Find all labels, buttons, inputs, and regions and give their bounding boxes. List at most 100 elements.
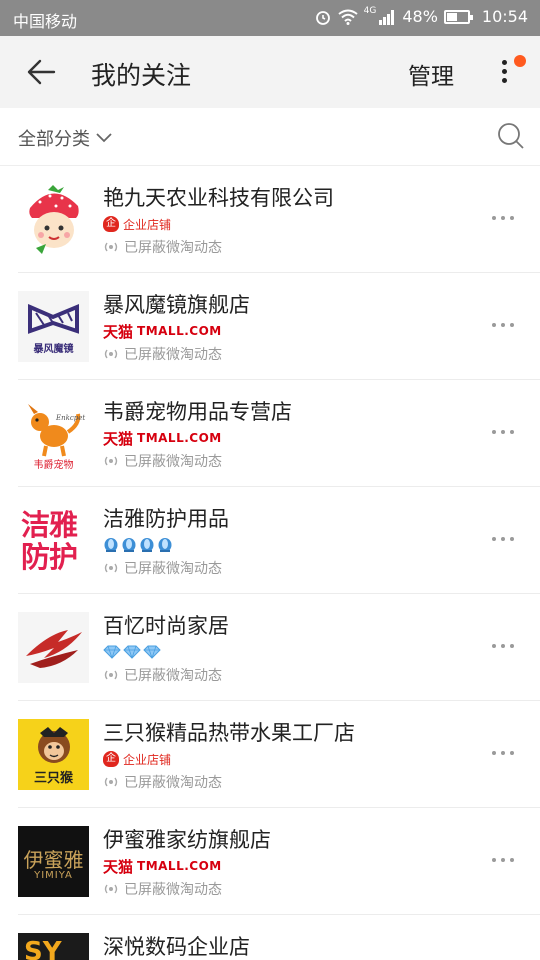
filter-bar: 全部分类	[0, 108, 540, 166]
feed-status-text: 已屏蔽微淘动态	[124, 882, 222, 898]
broadcast-icon	[104, 884, 118, 894]
tmall-badge: 天猫 TMALL.COM	[103, 857, 222, 876]
tmall-en-label: TMALL.COM	[137, 324, 222, 338]
notification-dot	[514, 55, 526, 67]
logo-subtext: YIMIYA	[34, 870, 73, 881]
feed-status-text: 已屏蔽微淘动态	[124, 775, 222, 791]
feed-status-text: 已屏蔽微淘动态	[124, 561, 222, 577]
tmall-en-label: TMALL.COM	[137, 431, 222, 445]
more-options-icon[interactable]	[492, 858, 514, 864]
shop-name: 百忆时尚家居	[103, 614, 229, 638]
tmall-badge: 天猫 TMALL.COM	[103, 322, 222, 341]
dog-logo: Enkcpet 韦爵宠物	[18, 398, 89, 469]
shop-name: 深悦数码企业店	[103, 935, 250, 959]
logo-text: 伊蜜雅	[23, 848, 84, 872]
diamond-icon	[123, 645, 141, 659]
svg-text:Enkcpet: Enkcpet	[55, 414, 85, 422]
baiyi-logo	[18, 612, 89, 683]
enterprise-icon: 企	[103, 751, 119, 767]
diamond-icon	[143, 645, 161, 659]
network-type: 4G	[363, 5, 377, 16]
enterprise-icon: 企	[103, 216, 119, 232]
more-options-icon[interactable]	[492, 216, 514, 222]
list-item[interactable]: 伊蜜雅 YIMIYA 伊蜜雅家纺旗舰店 天猫 TMALL.COM 已屏蔽微淘动态	[0, 808, 540, 915]
more-options-icon[interactable]	[492, 323, 514, 329]
feed-status-text: 已屏蔽微淘动态	[124, 454, 222, 470]
list-item[interactable]: 百忆时尚家居 已屏蔽微淘动态	[0, 594, 540, 701]
clock: 10:54	[481, 7, 528, 26]
broadcast-icon	[104, 563, 118, 573]
more-options-icon[interactable]	[492, 751, 514, 757]
tmall-en-label: TMALL.COM	[137, 859, 222, 873]
logo-text: 暴风魔镜	[33, 344, 74, 355]
enterprise-label: 企业店铺	[123, 752, 172, 767]
diamond-rating-badge	[103, 643, 161, 661]
feed-status: 已屏蔽微淘动态	[103, 879, 222, 899]
page-title: 我的关注	[91, 61, 192, 90]
manage-button[interactable]: 管理	[408, 57, 454, 91]
list-item[interactable]: 暴风魔镜 暴风魔镜旗舰店 天猫 TMALL.COM 已屏蔽微淘动态	[0, 273, 540, 380]
baofeng-mojing-logo: 暴风魔镜	[18, 291, 89, 362]
battery-icon	[443, 9, 473, 24]
tmall-cn-label: 天猫	[103, 322, 134, 341]
diamond-icon	[103, 645, 121, 659]
status-icons: 4G 48% 10:54	[314, 5, 528, 26]
list-item[interactable]: SY 深悦数码企业店	[0, 915, 540, 960]
list-item[interactable]: 三只猴 三只猴精品热带水果工厂店 企 企业店铺 已屏蔽微淘动态	[0, 701, 540, 808]
header-bar: 我的关注 管理	[0, 36, 540, 108]
logo-text: 三只猴	[33, 771, 73, 786]
crown-icon	[140, 538, 154, 552]
broadcast-icon	[104, 456, 118, 466]
feed-status-text: 已屏蔽微淘动态	[124, 347, 222, 363]
battery-level	[446, 12, 457, 21]
list-item[interactable]: 艳九天农业科技有限公司 企 企业店铺 已屏蔽微淘动态	[0, 166, 540, 273]
feed-status: 已屏蔽微淘动态	[103, 451, 222, 471]
crown-icon	[104, 538, 118, 552]
sy-logo: SY	[18, 933, 89, 960]
crown-icon	[158, 538, 172, 552]
yimiya-logo: 伊蜜雅 YIMIYA	[18, 826, 89, 897]
carrier-name: 中国移动	[13, 12, 78, 31]
list-item[interactable]: 洁雅防护 洁雅防护用品 已屏蔽微淘动态	[0, 487, 540, 594]
broadcast-icon	[104, 349, 118, 359]
status-bar: 中国移动 4G 48% 10:54	[0, 0, 540, 36]
shop-name: 洁雅防护用品	[103, 507, 229, 531]
jieya-logo: 洁雅防护	[18, 505, 89, 576]
logo-text: 韦爵宠物	[33, 460, 74, 469]
feed-status: 已屏蔽微淘动态	[103, 772, 222, 792]
monkey-logo: 三只猴	[18, 719, 89, 790]
crown-icon	[122, 538, 136, 552]
list-item[interactable]: Enkcpet 韦爵宠物 韦爵宠物用品专营店 天猫 TMALL.COM 已屏蔽微…	[0, 380, 540, 487]
feed-status: 已屏蔽微淘动态	[103, 558, 222, 578]
broadcast-icon	[104, 242, 118, 252]
feed-status-text: 已屏蔽微淘动态	[124, 668, 222, 684]
crown-rating	[103, 537, 173, 553]
shop-name: 韦爵宠物用品专营店	[103, 400, 292, 424]
enterprise-badge: 企 企业店铺	[103, 215, 171, 233]
enterprise-label: 企业店铺	[123, 217, 172, 232]
logo-text: SY	[24, 937, 62, 960]
tmall-badge: 天猫 TMALL.COM	[103, 429, 222, 448]
strawberry-girl-logo	[18, 184, 89, 255]
more-menu-icon[interactable]	[494, 56, 514, 90]
more-options-icon[interactable]	[492, 537, 514, 543]
back-arrow-icon[interactable]	[26, 58, 56, 86]
broadcast-icon	[104, 670, 118, 680]
shop-name: 伊蜜雅家纺旗舰店	[103, 828, 271, 852]
tmall-cn-label: 天猫	[103, 857, 134, 876]
broadcast-icon	[104, 777, 118, 787]
more-options-icon[interactable]	[492, 644, 514, 650]
battery-percent: 48%	[402, 7, 438, 26]
shop-name: 艳九天农业科技有限公司	[103, 186, 334, 210]
category-dropdown[interactable]: 全部分类	[18, 125, 113, 151]
feed-status: 已屏蔽微淘动态	[103, 237, 222, 257]
search-icon[interactable]	[497, 122, 525, 150]
logo-text: 洁雅防护	[21, 508, 78, 574]
category-label: 全部分类	[18, 129, 90, 150]
feed-status: 已屏蔽微淘动态	[103, 344, 222, 364]
enterprise-badge: 企 企业店铺	[103, 750, 171, 768]
wifi-icon	[338, 9, 358, 25]
chevron-down-icon	[96, 133, 112, 143]
alarm-icon	[315, 10, 330, 25]
more-options-icon[interactable]	[492, 430, 514, 436]
